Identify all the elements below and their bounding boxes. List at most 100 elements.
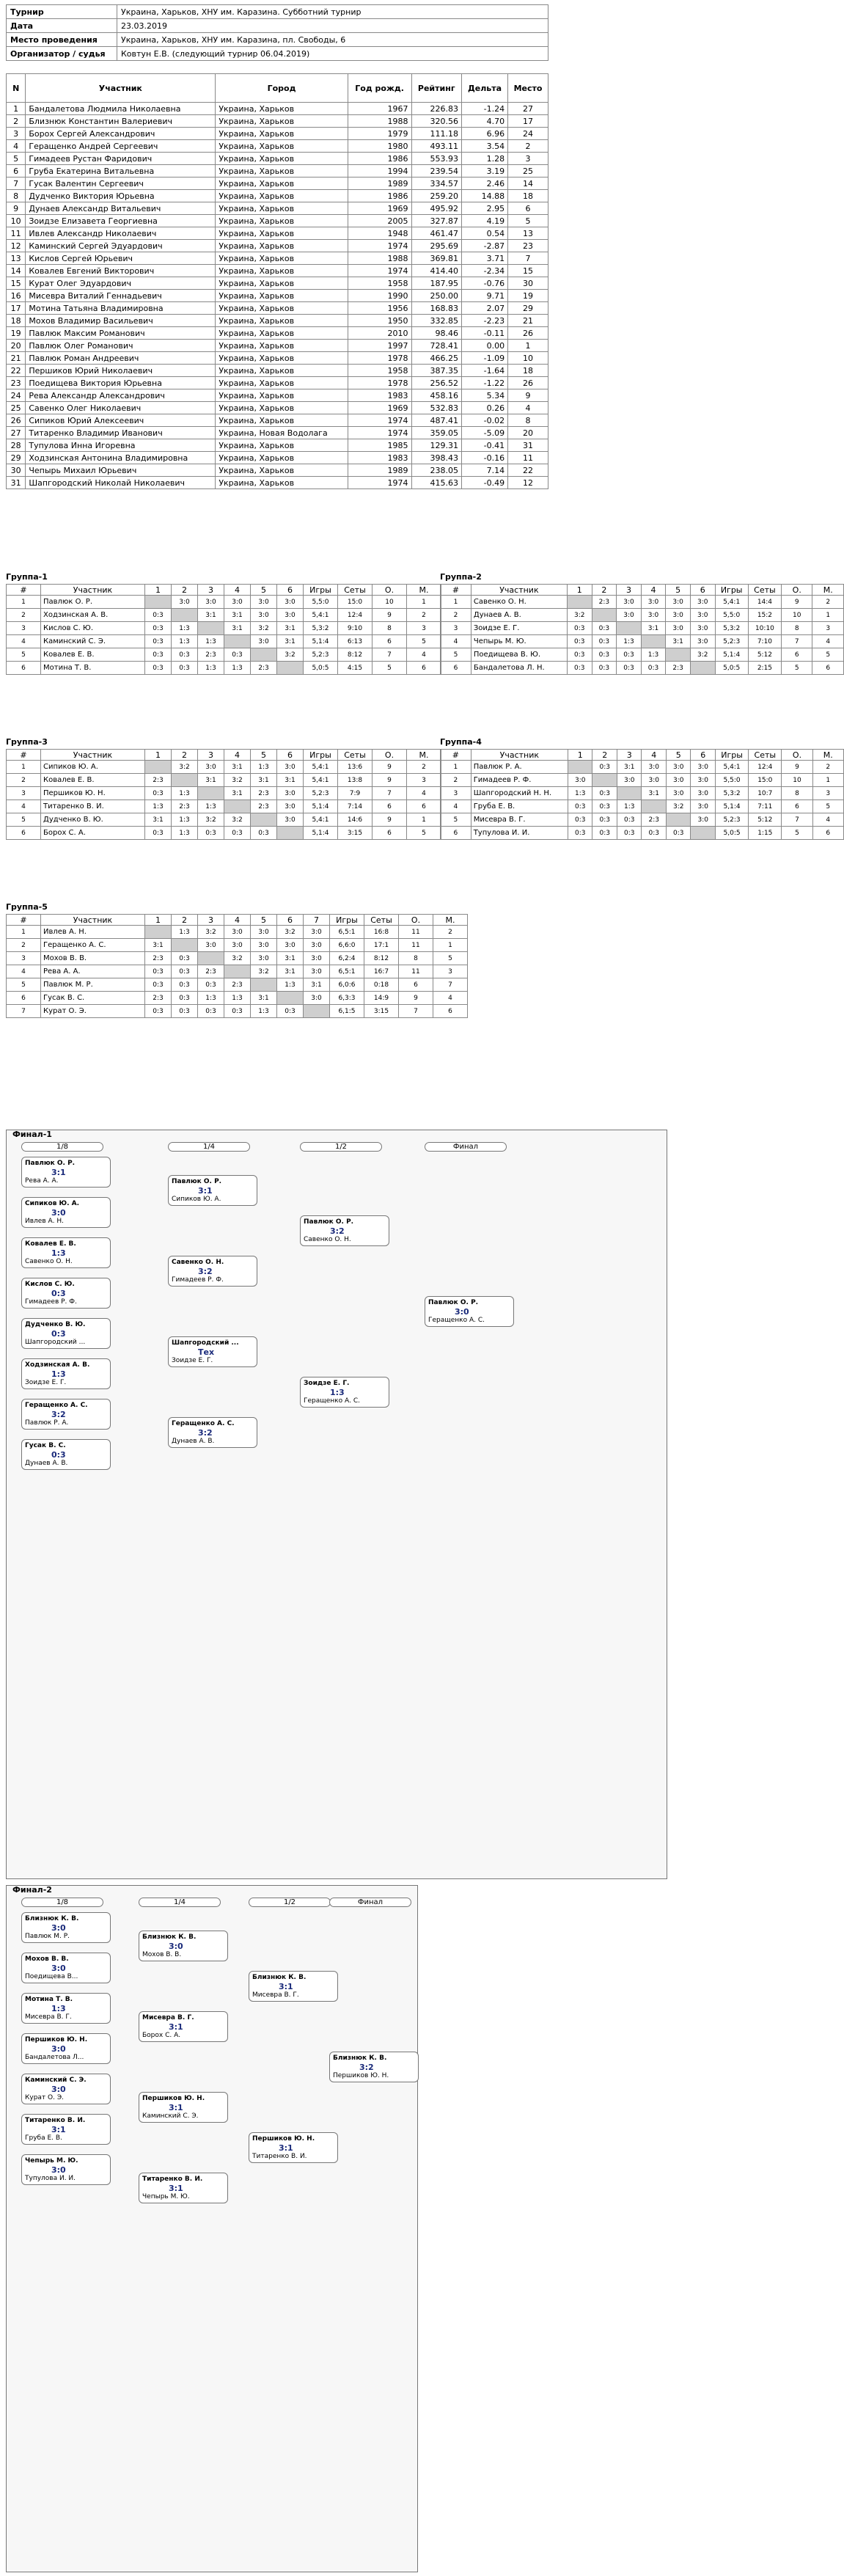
table-cell: Савенко Олег Николаевич [25, 401, 216, 414]
match-box: Савенко О. Н. 3:2 Гимадеев Р. Ф. [168, 1256, 257, 1287]
table-cell: 1978 [347, 376, 412, 389]
group-cell: 3 [440, 786, 471, 800]
group-cell: 5 [6, 978, 41, 992]
table-cell: Украина, Харьков [215, 114, 348, 128]
group-cell: 7:14 [337, 799, 373, 813]
match-score: 3:1 [198, 1186, 213, 1196]
group-row: 1 Павлюк Р. А. 0:3 3:1 3:0 3:0 3:0 5,4:1 12:4 9 2 [440, 760, 844, 774]
table-cell: -2.87 [460, 239, 509, 252]
table-cell: 5 [5, 152, 26, 165]
group-cell [689, 661, 716, 675]
group-row: 7 Курат О. Э. 0:3 0:3 0:3 0:3 1:3 0:3 6,1:5 3:15 7… [6, 1004, 468, 1018]
table-cell: 495.92 [411, 202, 462, 215]
group-header: # [6, 749, 41, 761]
table-cell: Украина, Харьков [215, 326, 348, 340]
table-cell: Дудченко Виктория Юрьевна [25, 189, 216, 202]
group-cell [144, 760, 172, 774]
player-name: Мисевра В. Г. [470, 813, 568, 827]
table-cell: 1990 [347, 289, 412, 302]
group-cell: 5:12 [748, 813, 782, 827]
group-header: 4 [224, 584, 251, 596]
group-header: 1 [567, 749, 593, 761]
group-cell [224, 634, 251, 648]
table-cell: 1958 [347, 364, 412, 377]
player-a: Чепырь М. Ю. [25, 2157, 78, 2165]
table-cell: 111.18 [411, 127, 462, 140]
group-cell: 3:2 [250, 965, 277, 978]
table-cell: 129.31 [411, 439, 462, 452]
group-cell: 5,2:3 [303, 648, 338, 662]
group-cell: 7:11 [748, 799, 782, 813]
group-cell: 3:0 [250, 608, 277, 622]
player-name: Курат О. Э. [40, 1004, 145, 1018]
player-name: Ивлев А. Н. [40, 925, 145, 939]
group-header: # [6, 584, 41, 596]
match-box: Мохов В. В. 3:0 Поедищева В... [21, 1953, 111, 1983]
table-row: 16 Мисевра Виталий Геннадьевич Украина, Ха… [5, 289, 548, 302]
group-cell: 7:9 [337, 786, 373, 800]
group-cell: 5,3:2 [303, 621, 338, 635]
match-score: 3:2 [330, 1226, 345, 1236]
table-cell: Груба Екатерина Витальевна [25, 164, 216, 178]
table-cell: Украина, Харьков [215, 401, 348, 414]
player-a: Гусак В. С. [25, 1442, 66, 1449]
table-cell: Украина, Харьков [215, 189, 348, 202]
group-cell: 0:3 [616, 661, 642, 675]
group-header: Игры [303, 749, 338, 761]
group-cell [592, 773, 617, 787]
group-cell: 14:4 [747, 595, 782, 609]
table-cell: 1983 [347, 451, 412, 464]
match-box: Першиков Ю. Н. 3:1 Титаренко В. И. [249, 2132, 338, 2163]
group-cell: 6,5:1 [329, 925, 364, 939]
table-row: 24 Рева Александр Александрович Украина, Х… [5, 389, 548, 402]
player-a: Близнюк К. В. [252, 1974, 307, 1981]
match-score: 3:0 [51, 1208, 66, 1218]
table-cell: Украина, Харьков [215, 177, 348, 190]
group-cell: 8 [398, 951, 433, 965]
group-cell: 10:7 [748, 786, 782, 800]
group-cell: 3 [812, 786, 844, 800]
column-header: Место [507, 73, 548, 103]
group-cell: 15:2 [747, 608, 782, 622]
table-cell: 1 [507, 339, 548, 352]
match-box: Мотина Т. В. 1:3 Мисевра В. Г. [21, 1993, 111, 2024]
table-cell: 13 [5, 252, 26, 265]
group-header: 6 [690, 749, 716, 761]
table-cell: 2 [5, 114, 26, 128]
group-cell [591, 608, 617, 622]
table-cell: 332.85 [411, 314, 462, 327]
player-a: Близнюк К. В. [142, 1933, 197, 1941]
group-cell: 2 [440, 773, 471, 787]
group-cell: 1:3 [567, 786, 593, 800]
match-box: Першиков Ю. Н. 3:1 Каминский С. Э. [139, 2092, 228, 2123]
player-name: Павлюк М. Р. [40, 978, 145, 992]
group-cell: 4 [406, 648, 441, 662]
group-header: Игры [303, 584, 338, 596]
group-cell: 4 [406, 786, 441, 800]
group-header: # [6, 914, 41, 926]
table-cell: Геращенко Андрей Сергеевич [25, 139, 216, 153]
group-cell: 3:0 [276, 786, 304, 800]
group-cell: 3:1 [224, 786, 251, 800]
group-header: 6 [689, 584, 716, 596]
group-cell: 3:0 [616, 608, 642, 622]
table-cell: 8 [507, 414, 548, 427]
group-cell: 0:3 [566, 661, 592, 675]
player-name: Груба Е. В. [470, 799, 568, 813]
group-cell: 1 [6, 925, 41, 939]
group-cell: 3:1 [276, 621, 304, 635]
final-2-title: Финал-2 [12, 1885, 52, 1895]
info-row: Турнир Украина, Харьков, ХНУ им. Каразина… [6, 4, 548, 19]
group-cell: 5 [812, 799, 844, 813]
table-cell: 26 [5, 414, 26, 427]
player-a: Павлюк О. Р. [428, 1299, 479, 1306]
info-row: Дата 23.03.2019 [6, 18, 548, 33]
group-cell: 1 [6, 595, 41, 609]
table-cell: 1974 [347, 414, 412, 427]
table-row: 5 Гимадеев Рустан Фаридович Украина, Харьк… [5, 152, 548, 165]
player-a: Павлюк О. Р. [172, 1178, 222, 1185]
group-cell: 0:3 [567, 813, 593, 827]
group-cell: 0:3 [197, 1004, 224, 1018]
group-cell: 3:15 [337, 826, 373, 840]
group-cell: 3:0 [690, 773, 716, 787]
